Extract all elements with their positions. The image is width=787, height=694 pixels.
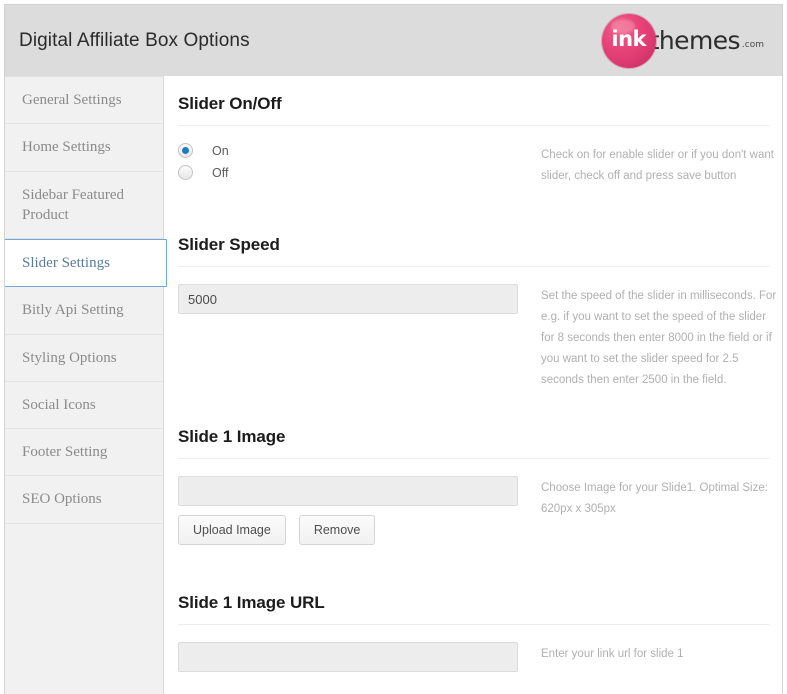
radio-off-label: Off — [212, 165, 229, 180]
logo-tld-text: .com — [741, 40, 764, 50]
section-title-slider-onoff: Slider On/Off — [178, 94, 770, 126]
slide1-image-input[interactable] — [178, 475, 518, 506]
page-body: General Settings Home Settings Sidebar F… — [4, 76, 783, 694]
settings-sidebar: General Settings Home Settings Sidebar F… — [5, 76, 167, 694]
slide1-image-url-input[interactable] — [178, 641, 518, 672]
help-text-slider-speed: Set the speed of the slider in milliseco… — [541, 290, 777, 386]
slide1-image-help: Choose Image for your Slide1. Optimal Si… — [523, 469, 782, 520]
section-slide1-image: Slide 1 Image Upload Image Remove Choose… — [178, 409, 782, 545]
sidebar-item-slider-settings[interactable]: Slider Settings — [5, 239, 167, 288]
section-slide1-image-url: Slide 1 Image URL Enter your link url fo… — [178, 575, 782, 672]
section-title-slide1-image: Slide 1 Image — [178, 427, 770, 459]
logo-circle-icon: ink — [601, 13, 656, 68]
slide1-image-field: Upload Image Remove — [178, 469, 523, 545]
radio-on-indicator[interactable] — [178, 143, 193, 158]
help-text-slide1-image-url: Enter your link url for slide 1 — [541, 647, 684, 660]
slide1-image-url-row: Enter your link url for slide 1 — [178, 635, 782, 672]
sidebar-item-sidebar-featured-product[interactable]: Sidebar Featured Product — [5, 172, 163, 239]
logo-ink-text: ink — [611, 27, 647, 51]
sidebar-item-footer-setting[interactable]: Footer Setting — [5, 429, 163, 477]
slide1-image-url-help: Enter your link url for slide 1 — [523, 635, 782, 665]
slide1-upload-image-button[interactable]: Upload Image — [178, 514, 286, 545]
inkthemes-logo: ink themes .com — [601, 5, 782, 76]
help-text-slider-onoff: Check on for enable slider or if you don… — [541, 149, 774, 182]
slide1-image-row: Upload Image Remove Choose Image for you… — [178, 469, 782, 545]
slide1-image-url-field — [178, 635, 523, 672]
sidebar-item-bitly-api-setting[interactable]: Bitly Api Setting — [5, 287, 163, 335]
section-slide2-image: Slide 2 Image Upload Image Remove Choose… — [178, 682, 782, 694]
page-title: Digital Affiliate Box Options — [19, 29, 250, 51]
options-page: Digital Affiliate Box Options ink themes… — [0, 0, 787, 694]
slider-speed-help: Set the speed of the slider in milliseco… — [523, 277, 782, 391]
slide1-remove-button[interactable]: Remove — [298, 514, 376, 545]
slider-speed-field — [178, 277, 523, 314]
slide1-image-buttons: Upload Image Remove — [178, 514, 523, 545]
slider-onoff-field: On Off — [178, 136, 523, 187]
radio-on-label: On — [212, 143, 229, 158]
section-title-slider-speed: Slider Speed — [178, 235, 770, 267]
slider-speed-input[interactable] — [178, 284, 518, 314]
slider-speed-row: Set the speed of the slider in milliseco… — [178, 277, 782, 391]
sidebar-item-general-settings[interactable]: General Settings — [5, 76, 163, 125]
sidebar-item-styling-options[interactable]: Styling Options — [5, 335, 163, 382]
slider-onoff-row: On Off Check on for enable slider or if … — [178, 136, 782, 187]
sidebar-item-seo-options[interactable]: SEO Options — [5, 476, 163, 524]
logo-themes-text: themes — [649, 26, 741, 55]
page-header: Digital Affiliate Box Options ink themes… — [4, 4, 783, 76]
radio-off-indicator[interactable] — [178, 165, 193, 180]
logo-wordmark: themes .com — [650, 28, 764, 53]
settings-content: Slider On/Off On Off Check on for enable… — [164, 76, 782, 694]
sidebar-item-home-settings[interactable]: Home Settings — [5, 124, 163, 172]
section-slider-speed: Slider Speed Set the speed of the slider… — [178, 217, 782, 391]
section-title-slide1-image-url: Slide 1 Image URL — [178, 593, 770, 625]
section-slider-onoff: Slider On/Off On Off Check on for enable… — [178, 76, 782, 187]
slider-onoff-help: Check on for enable slider or if you don… — [523, 136, 782, 187]
radio-slider-off[interactable]: Off — [178, 165, 523, 180]
radio-slider-on[interactable]: On — [178, 143, 523, 158]
help-text-slide1-image: Choose Image for your Slide1. Optimal Si… — [541, 481, 768, 515]
sidebar-item-social-icons[interactable]: Social Icons — [5, 382, 163, 429]
